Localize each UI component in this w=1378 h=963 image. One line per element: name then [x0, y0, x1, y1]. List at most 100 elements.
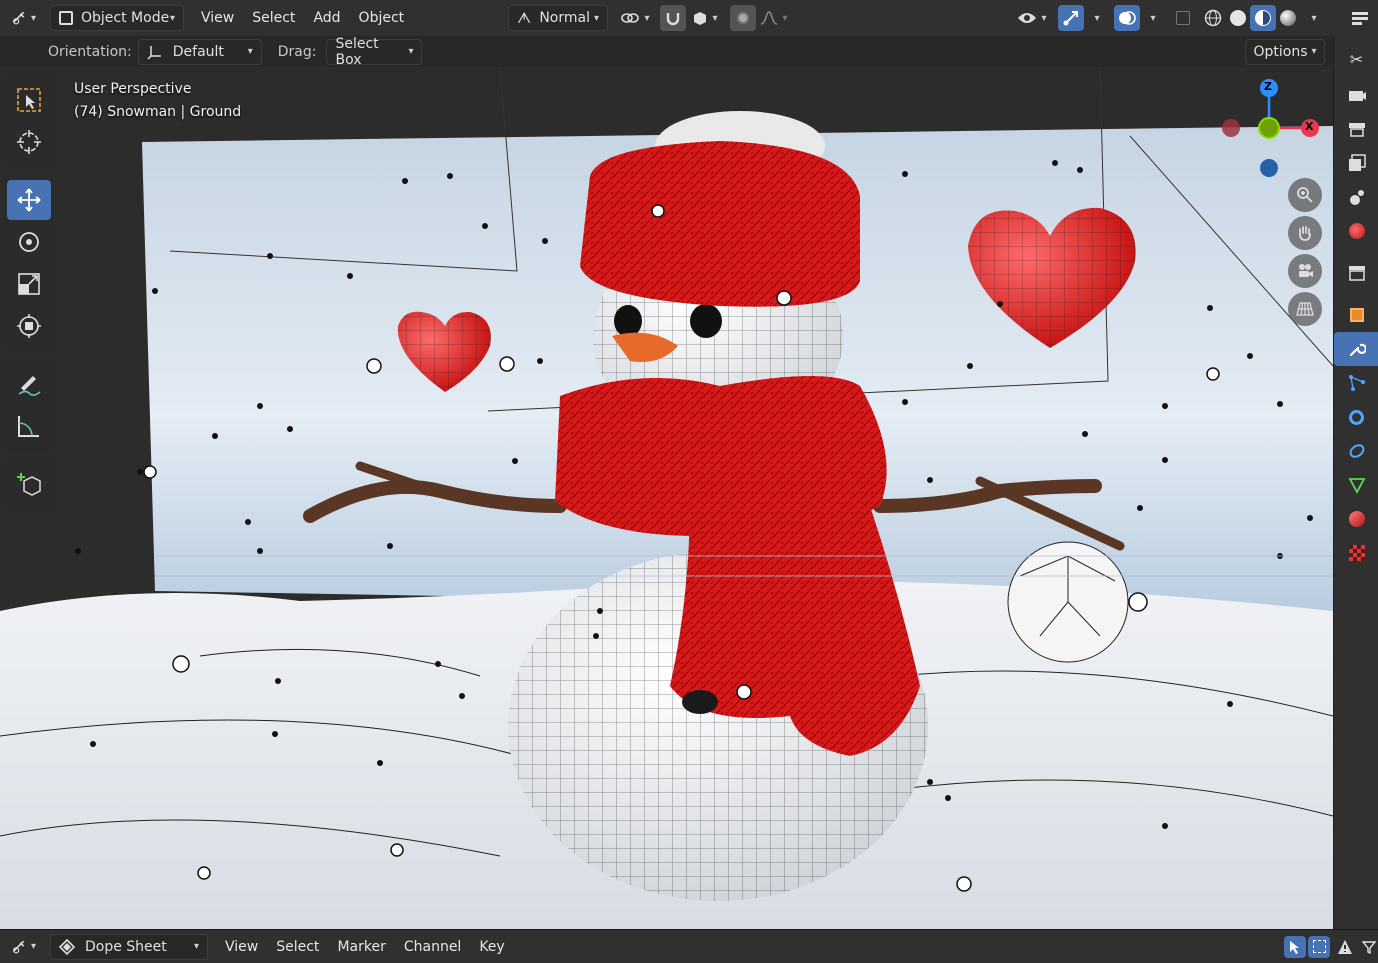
dashed-box-icon: [1312, 940, 1326, 953]
rotate-icon: [19, 232, 39, 252]
tab-output[interactable]: [1334, 112, 1378, 146]
cursor-tool[interactable]: [7, 122, 51, 162]
pivot-point-button[interactable]: ▾: [616, 5, 654, 31]
shading-dropdown[interactable]: ▾: [1300, 5, 1324, 31]
cursor-icon: [17, 130, 41, 154]
drag-label: Drag:: [277, 43, 317, 60]
bottom-menu-channel[interactable]: Channel: [395, 939, 470, 955]
mode-dropdown[interactable]: Object Mode ▾: [50, 5, 184, 31]
measure-icon: [18, 416, 39, 437]
overlay-toggle[interactable]: [1114, 5, 1140, 31]
bottom-menu-key[interactable]: Key: [470, 939, 513, 955]
hand-icon: [1299, 226, 1311, 241]
annotate-tool[interactable]: [7, 364, 51, 404]
constraints-icon: [1349, 444, 1364, 458]
orientation-dropdown[interactable]: Default ▾: [137, 38, 262, 65]
bottom-menu-marker[interactable]: Marker: [328, 939, 394, 955]
active-object-label: (74) Snowman | Ground: [74, 104, 242, 120]
shading-rendered[interactable]: [1275, 5, 1301, 31]
ortho-toggle-button[interactable]: [1288, 292, 1322, 326]
falloff-curve-icon: [761, 11, 778, 25]
overlay-dropdown[interactable]: ▾: [1140, 5, 1162, 31]
filter-button[interactable]: [1360, 936, 1378, 958]
only-selected-toggle[interactable]: [1284, 935, 1306, 958]
shading-solid[interactable]: [1225, 5, 1251, 31]
link-icon: [621, 13, 640, 23]
camera-view-button[interactable]: [1288, 254, 1322, 288]
bottom-menu-view[interactable]: View: [216, 939, 267, 955]
tab-render[interactable]: [1334, 78, 1378, 112]
add-cube-tool[interactable]: [7, 464, 51, 504]
filter-icon: [1362, 940, 1376, 954]
tab-data[interactable]: [1334, 468, 1378, 502]
rendered-sphere-icon: [1280, 10, 1296, 26]
dope-sheet-header: ▾ Dope Sheet ▾ View Select Marker Channe…: [0, 929, 1378, 963]
particles-icon: [1348, 375, 1365, 391]
visibility-button[interactable]: ▾: [1012, 5, 1052, 31]
viewport-scene: [0, 65, 1333, 929]
properties-editor-type-button[interactable]: [1342, 5, 1378, 31]
orientation-label: Normal: [539, 10, 590, 26]
snap-toggle[interactable]: [660, 5, 686, 31]
gizmo-toggle[interactable]: [1058, 5, 1084, 31]
options-dropdown[interactable]: Options ▾: [1245, 38, 1325, 65]
view-perspective-label: User Perspective: [74, 81, 192, 97]
3d-viewport[interactable]: User Perspective (74) Snowman | Ground Z…: [0, 36, 1333, 929]
proportional-edit-toggle[interactable]: [730, 5, 756, 31]
gizmo-dropdown[interactable]: ▾: [1084, 5, 1106, 31]
warning-icon: [1338, 939, 1352, 954]
tab-material[interactable]: [1334, 502, 1378, 536]
tab-modifier[interactable]: [1334, 332, 1378, 366]
output-icon: [1348, 123, 1365, 137]
xray-toggle[interactable]: [1170, 5, 1196, 31]
tab-particles[interactable]: [1334, 366, 1378, 400]
tab-object[interactable]: [1334, 298, 1378, 332]
select-box-tool[interactable]: [7, 80, 51, 120]
transform-orientation-dropdown[interactable]: Normal ▾: [508, 5, 608, 31]
proportional-edit-icon: [737, 12, 749, 24]
viewport-info: User Perspective (74) Snowman | Ground: [74, 78, 241, 124]
drag-dropdown[interactable]: Select Box ▾: [326, 36, 423, 68]
zoom-button[interactable]: [1288, 178, 1322, 212]
zoom-icon: [1297, 187, 1313, 203]
select-arrow-icon: [1290, 940, 1299, 954]
move-tool[interactable]: [7, 180, 51, 220]
tab-physics[interactable]: [1334, 400, 1378, 434]
scale-icon: [18, 273, 40, 295]
select-box-icon: [17, 88, 41, 112]
render-icon: [1348, 91, 1366, 101]
snap-target-button[interactable]: ▾: [686, 5, 724, 31]
falloff-button[interactable]: ▾: [756, 5, 792, 31]
scale-tool[interactable]: [7, 264, 51, 304]
shading-wireframe[interactable]: [1200, 5, 1226, 31]
editor-type-button[interactable]: ▾: [4, 5, 44, 31]
dope-sheet-mode-dropdown[interactable]: Dope Sheet ▾: [50, 933, 208, 960]
tab-world[interactable]: [1334, 214, 1378, 248]
tab-constraints[interactable]: [1334, 434, 1378, 468]
material-icon: [1348, 511, 1365, 527]
tool-shelf: [4, 74, 54, 516]
pan-button[interactable]: [1288, 216, 1322, 250]
menu-object[interactable]: Object: [350, 10, 414, 26]
dope-sheet-icon: [59, 938, 75, 955]
menu-add[interactable]: Add: [304, 10, 349, 26]
bottom-editor-type-button[interactable]: ▾: [4, 934, 44, 960]
tab-collection[interactable]: [1334, 256, 1378, 290]
transform-tool[interactable]: [7, 306, 51, 346]
measure-tool[interactable]: [7, 406, 51, 446]
rotate-tool[interactable]: [7, 222, 51, 262]
tab-scene[interactable]: [1334, 180, 1378, 214]
bottom-menu-select[interactable]: Select: [267, 939, 328, 955]
shading-material[interactable]: [1250, 5, 1276, 31]
add-cube-icon: [17, 473, 41, 496]
menu-select[interactable]: Select: [243, 10, 304, 26]
show-hidden-toggle[interactable]: [1308, 935, 1330, 958]
properties-editor-icon: [1352, 12, 1368, 25]
move-icon: [17, 188, 41, 212]
tab-view-layer[interactable]: [1334, 146, 1378, 180]
errors-toggle[interactable]: [1334, 936, 1356, 958]
orientation-icon: [518, 12, 531, 24]
tab-texture[interactable]: [1334, 536, 1378, 570]
tab-tool[interactable]: ✂: [1334, 42, 1378, 76]
menu-view[interactable]: View: [192, 10, 243, 26]
